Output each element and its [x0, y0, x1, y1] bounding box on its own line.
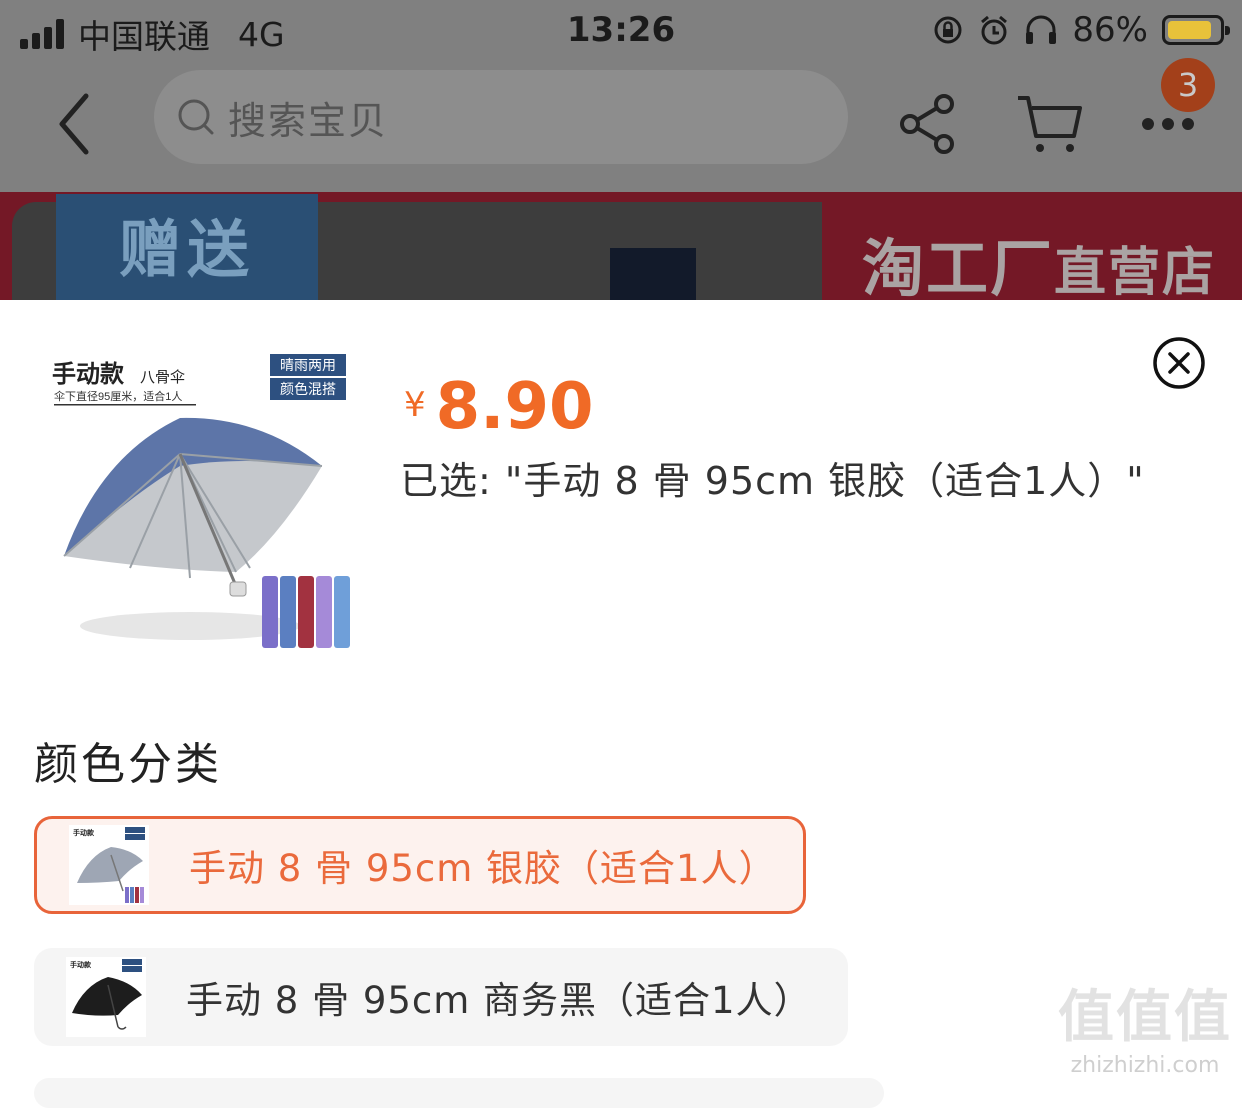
variant-label: 手动 8 骨 95cm 商务黑（适合1人） [186, 979, 812, 1022]
dimmed-page-overlay[interactable]: 中国联通 4G 13:26 86% 搜索宝贝 3 赠送 淘工厂直营店 [0, 0, 1242, 300]
search-icon [178, 99, 214, 135]
banner-store-suffix: 直营店 [1054, 243, 1217, 300]
more-dots-icon[interactable] [1138, 112, 1198, 136]
variant-option-silver[interactable]: 手动款 手动 8 骨 95cm 银胶（适合1人） [34, 816, 806, 914]
battery-percent: 86% [1072, 10, 1148, 50]
variant-option-black[interactable]: 手动款 手动 8 骨 95cm 商务黑（适合1人） [34, 948, 848, 1046]
product-banner-image: 赠送 淘工厂直营店 [0, 192, 1242, 300]
watermark-logo: 值值值 [1058, 985, 1232, 1050]
product-image-tag1: 晴雨两用 [280, 357, 336, 373]
product-thumbnail[interactable]: 手动款 八骨伞 伞下直径95厘米，适合1人 晴雨两用 颜色混搭 [40, 346, 370, 656]
variant-label: 手动 8 骨 95cm 银胶（适合1人） [189, 847, 777, 890]
sku-selection-sheet: 手动款 八骨伞 伞下直径95厘米，适合1人 晴雨两用 颜色混搭 ¥8.90 已选… [0, 300, 1242, 1108]
rotation-lock-icon [934, 16, 962, 44]
battery-icon [1162, 15, 1230, 45]
share-icon[interactable] [898, 92, 958, 156]
price-amount: 8.90 [435, 370, 594, 444]
headphones-icon [1026, 15, 1057, 44]
banner-store-text: 淘工厂 [862, 232, 1055, 300]
alarm-icon [981, 15, 1008, 45]
search-placeholder: 搜索宝贝 [228, 98, 389, 143]
variant-option-next[interactable] [34, 1078, 884, 1108]
notification-badge: 3 [1161, 58, 1215, 112]
selected-variant-text: 已选: "手动 8 骨 95cm 银胶（适合1人）" [400, 459, 1145, 503]
variant-thumbnail: 手动款 [66, 957, 146, 1037]
back-arrow-icon[interactable] [50, 86, 110, 162]
search-input[interactable]: 搜索宝贝 [154, 70, 848, 164]
variant-thumb-title: 手动款 [70, 960, 92, 969]
color-category-title: 颜色分类 [34, 739, 222, 790]
product-image-desc: 伞下直径95厘米，适合1人 [54, 389, 182, 403]
variant-thumbnail: 手动款 [69, 825, 149, 905]
currency-symbol: ¥ [404, 385, 426, 425]
product-image-tag2: 颜色混搭 [280, 381, 336, 397]
close-icon[interactable] [1152, 336, 1206, 390]
price-display: ¥8.90 [404, 370, 594, 444]
banner-store-name: 淘工厂直营店 [862, 218, 1216, 300]
site-watermark: 值值值 zhizhizhi.com [1058, 972, 1232, 1078]
watermark-url: zhizhizhi.com [1070, 1053, 1220, 1078]
status-bar: 中国联通 4G 13:26 86% [0, 0, 1242, 64]
cart-icon[interactable] [1014, 92, 1084, 156]
top-nav-bar: 搜索宝贝 3 [0, 58, 1242, 188]
variant-thumb-title: 手动款 [73, 828, 95, 837]
banner-gift-text: 赠送 [56, 194, 318, 300]
product-image-subtitle: 八骨伞 [140, 369, 185, 386]
product-image-title: 手动款 [52, 360, 125, 388]
